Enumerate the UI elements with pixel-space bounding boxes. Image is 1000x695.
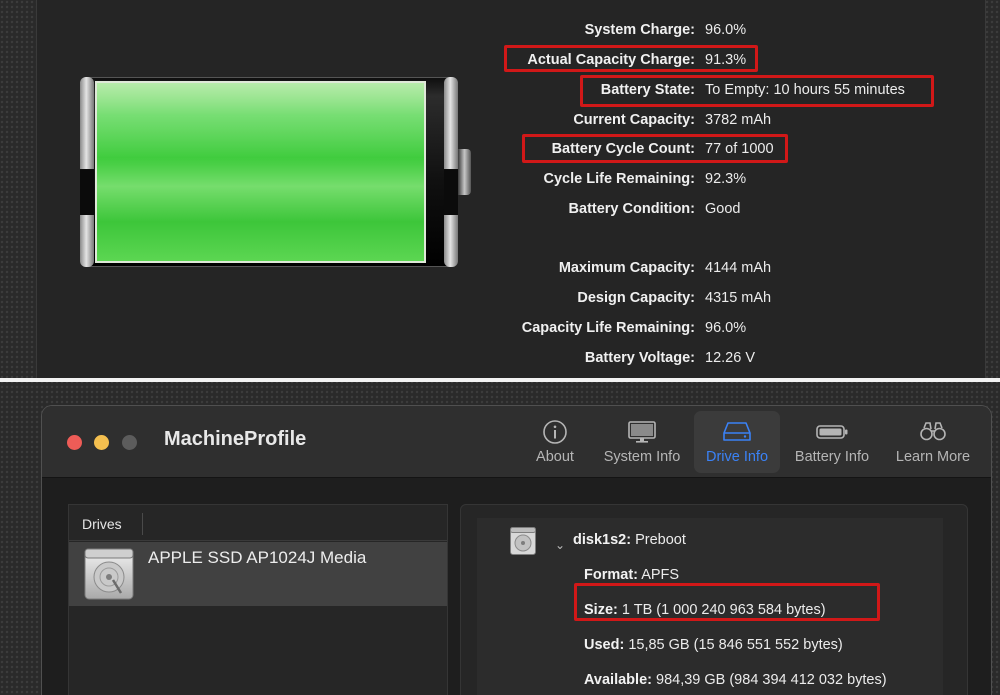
stat-row-current-capacity: Current Capacity: 3782 mAh — [0, 109, 1000, 131]
tab-learn-more[interactable]: Learn More — [886, 411, 980, 473]
stat-row-cycle-life-remaining: Cycle Life Remaining: 92.3% — [0, 168, 1000, 190]
zoom-window-button[interactable] — [122, 435, 137, 450]
titlebar: MachineProfile About System Info Drive I… — [42, 406, 991, 478]
available-row: Available: 984,39 GB (984 394 412 032 by… — [584, 672, 887, 688]
minimize-window-button[interactable] — [94, 435, 109, 450]
monitor-icon — [628, 421, 656, 443]
close-window-button[interactable] — [67, 435, 82, 450]
stat-row-system-charge: System Charge: 96.0% — [0, 19, 1000, 41]
stat-value: 12.26 V — [705, 350, 755, 366]
binoculars-icon — [920, 422, 946, 441]
stat-row-actual-capacity-charge: Actual Capacity Charge: 91.3% — [0, 49, 1000, 71]
volume-title: disk1s2: Preboot — [573, 532, 686, 548]
highlight-size — [574, 583, 880, 621]
format-value: APFS — [641, 567, 680, 583]
tab-label: Drive Info — [705, 449, 769, 465]
tab-about[interactable]: About — [520, 411, 590, 473]
format-row: Format: APFS — [584, 567, 679, 583]
highlight-actual-capacity-charge — [504, 45, 758, 72]
stat-label: Maximum Capacity: — [558, 260, 695, 276]
battery-icon — [816, 425, 848, 439]
column-separator — [142, 513, 143, 535]
app-title: MachineProfile — [164, 428, 307, 450]
stat-value: 4144 mAh — [705, 260, 772, 276]
stat-label: Battery Voltage: — [584, 350, 695, 366]
used-row: Used: 15,85 GB (15 846 551 552 bytes) — [584, 637, 843, 653]
volume-id: disk1s2: — [573, 532, 632, 548]
stat-row-maximum-capacity: Maximum Capacity: 4144 mAh — [0, 257, 1000, 279]
volume-disk-icon — [510, 527, 536, 555]
tab-system-info[interactable]: System Info — [594, 411, 690, 473]
stat-label: Design Capacity: — [577, 290, 695, 306]
stat-label: Cycle Life Remaining: — [543, 171, 695, 187]
stat-value: 96.0% — [705, 22, 747, 38]
tab-label: System Info — [603, 449, 681, 465]
stat-value: 92.3% — [705, 171, 747, 187]
chevron-down-icon[interactable]: ⌄ — [555, 538, 565, 552]
tab-label: Battery Info — [794, 449, 870, 465]
stat-row-battery-cycle-count: Battery Cycle Count: 77 of 1000 — [0, 138, 1000, 160]
stat-value: 4315 mAh — [705, 290, 772, 306]
stat-row-battery-voltage: Battery Voltage: 12.26 V — [0, 347, 1000, 369]
drives-header-label: Drives — [82, 516, 122, 532]
used-label: Used: — [584, 637, 625, 653]
image-divider — [0, 378, 1000, 382]
hard-drive-icon — [84, 548, 134, 600]
stat-label: Battery Condition: — [568, 201, 695, 217]
used-value: 15,85 GB (15 846 551 552 bytes) — [628, 637, 843, 653]
tab-label: About — [536, 449, 574, 465]
drives-list-pane: Drives APPLE SSD AP1024J Media — [68, 504, 448, 695]
stat-row-battery-condition: Battery Condition: Good — [0, 198, 1000, 220]
app-window: MachineProfile About System Info Drive I… — [41, 405, 992, 695]
stat-label: Capacity Life Remaining: — [521, 320, 695, 336]
volume-name: Preboot — [635, 532, 686, 548]
drive-icon — [723, 422, 751, 441]
format-label: Format: — [584, 567, 638, 583]
available-label: Available: — [584, 672, 652, 688]
tab-battery-info[interactable]: Battery Info — [786, 411, 878, 473]
drives-column-header[interactable]: Drives — [69, 505, 447, 541]
stat-value: Good — [705, 201, 741, 217]
drive-list-item[interactable]: APPLE SSD AP1024J Media — [69, 542, 447, 606]
highlight-battery-state — [580, 75, 934, 107]
info-icon — [543, 420, 567, 444]
stat-label: System Charge: — [584, 22, 695, 38]
stat-row-capacity-life-remaining: Capacity Life Remaining: 96.0% — [0, 317, 1000, 339]
highlight-battery-cycle-count — [522, 134, 788, 163]
tab-label: Learn More — [895, 449, 971, 465]
stat-value: 96.0% — [705, 320, 747, 336]
stat-row-design-capacity: Design Capacity: 4315 mAh — [0, 287, 1000, 309]
battery-stats-list: System Charge: 96.0% Actual Capacity Cha… — [0, 0, 1000, 378]
tab-drive-info[interactable]: Drive Info — [694, 411, 780, 473]
stat-value: 3782 mAh — [705, 112, 772, 128]
stat-label: Current Capacity: — [573, 112, 695, 128]
drive-name: APPLE SSD AP1024J Media — [148, 548, 367, 567]
available-value: 984,39 GB (984 394 412 032 bytes) — [656, 672, 887, 688]
